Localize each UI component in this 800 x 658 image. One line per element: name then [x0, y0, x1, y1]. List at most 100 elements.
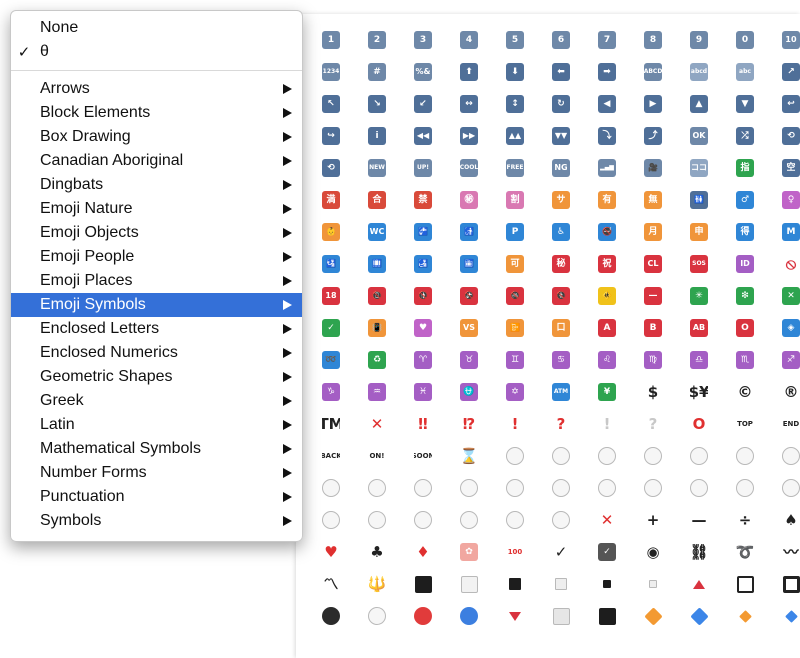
emoji-cell[interactable]: O [676, 408, 722, 440]
emoji-cell[interactable]: 7 [584, 24, 630, 56]
emoji-cell[interactable]: ON! [354, 440, 400, 472]
emoji-cell[interactable]: ↕ [492, 88, 538, 120]
emoji-cell[interactable]: FREE [492, 152, 538, 184]
emoji-cell[interactable]: 🚸 [584, 280, 630, 312]
emoji-cell[interactable] [676, 472, 722, 504]
emoji-cell[interactable] [400, 568, 446, 600]
emoji-cell[interactable]: ♿ [538, 216, 584, 248]
emoji-cell[interactable]: ! [584, 408, 630, 440]
emoji-cell[interactable]: 無 [630, 184, 676, 216]
emoji-cell[interactable] [722, 568, 768, 600]
emoji-cell[interactable]: 🛄 [354, 248, 400, 280]
emoji-cell[interactable]: ? [630, 408, 676, 440]
emoji-cell[interactable] [768, 600, 800, 632]
emoji-cell[interactable] [768, 472, 800, 504]
emoji-cell[interactable]: ➰ [722, 536, 768, 568]
emoji-cell[interactable]: ▂▄▆ [584, 152, 630, 184]
emoji-cell[interactable]: 割 [492, 184, 538, 216]
emoji-cell[interactable]: ↙ [400, 88, 446, 120]
menu-item-theta[interactable]: ✓ θ [11, 40, 302, 64]
emoji-cell[interactable]: ? [538, 408, 584, 440]
emoji-cell[interactable]: ® [768, 376, 800, 408]
emoji-cell[interactable] [492, 504, 538, 536]
emoji-cell[interactable]: 満 [308, 184, 354, 216]
emoji-cell[interactable]: 禁 [400, 184, 446, 216]
emoji-cell[interactable] [722, 440, 768, 472]
emoji-cell[interactable]: ♑ [308, 376, 354, 408]
emoji-cell[interactable]: ♒ [354, 376, 400, 408]
emoji-cell[interactable]: ◈ [768, 312, 800, 344]
emoji-cell[interactable]: 🚮 [446, 216, 492, 248]
menu-item-geometric-shapes[interactable]: Geometric Shapes [11, 365, 302, 389]
emoji-cell[interactable]: 口 [538, 312, 584, 344]
emoji-cell[interactable] [676, 600, 722, 632]
emoji-cell[interactable]: ♂ [722, 184, 768, 216]
emoji-cell[interactable]: ¥ [584, 376, 630, 408]
menu-item-enclosed-numerics[interactable]: Enclosed Numerics [11, 341, 302, 365]
menu-item-greek[interactable]: Greek [11, 389, 302, 413]
emoji-cell[interactable]: COOL [446, 152, 492, 184]
emoji-cell[interactable]: A [584, 312, 630, 344]
menu-item-latin[interactable]: Latin [11, 413, 302, 437]
emoji-cell[interactable]: $ [630, 376, 676, 408]
emoji-cell[interactable] [400, 600, 446, 632]
emoji-cell[interactable]: ✕ [584, 504, 630, 536]
emoji-cell[interactable] [630, 472, 676, 504]
emoji-cell[interactable]: 🚭 [584, 216, 630, 248]
menu-item-number-forms[interactable]: Number Forms [11, 461, 302, 485]
emoji-cell[interactable]: 🚳 [492, 280, 538, 312]
emoji-cell[interactable]: 合 [354, 184, 400, 216]
menu-item-emoji-nature[interactable]: Emoji Nature [11, 197, 302, 221]
emoji-cell[interactable] [446, 504, 492, 536]
menu-item-none[interactable]: None [11, 16, 302, 40]
emoji-cell[interactable]: ▲▲ [492, 120, 538, 152]
emoji-cell[interactable]: ⦸ [768, 248, 800, 280]
emoji-cell[interactable] [492, 568, 538, 600]
emoji-cell[interactable]: ✳ [676, 280, 722, 312]
menu-item-emoji-objects[interactable]: Emoji Objects [11, 221, 302, 245]
emoji-cell[interactable]: 10 [768, 24, 800, 56]
emoji-cell[interactable]: ➡ [584, 56, 630, 88]
emoji-cell[interactable]: 🚯 [400, 280, 446, 312]
emoji-cell[interactable] [584, 600, 630, 632]
emoji-cell[interactable]: ⟲ [768, 120, 800, 152]
emoji-cell[interactable]: 🚱 [446, 280, 492, 312]
emoji-cell[interactable]: 📴 [492, 312, 538, 344]
emoji-cell[interactable]: VS [446, 312, 492, 344]
emoji-cell[interactable]: ⤴ [630, 120, 676, 152]
emoji-cell[interactable]: 🚰 [400, 216, 446, 248]
emoji-cell[interactable]: ▲ [676, 88, 722, 120]
emoji-cell[interactable] [538, 472, 584, 504]
emoji-cell[interactable]: ♦ [400, 536, 446, 568]
emoji-cell[interactable]: ♣ [354, 536, 400, 568]
emoji-cell[interactable]: 3 [400, 24, 446, 56]
menu-item-symbols[interactable]: Symbols [11, 509, 302, 533]
emoji-cell[interactable]: 🛃 [400, 248, 446, 280]
emoji-cell[interactable] [676, 568, 722, 600]
emoji-cell[interactable]: 18 [308, 280, 354, 312]
emoji-cell[interactable]: サ [538, 184, 584, 216]
emoji-cell[interactable]: TOP [722, 408, 768, 440]
emoji-cell[interactable]: ♀ [768, 184, 800, 216]
emoji-cell[interactable] [308, 472, 354, 504]
emoji-cell[interactable]: # [354, 56, 400, 88]
emoji-cell[interactable]: abcd [676, 56, 722, 88]
emoji-cell[interactable]: ♓ [400, 376, 446, 408]
emoji-cell[interactable]: ↻ [538, 88, 584, 120]
emoji-cell[interactable]: 9 [676, 24, 722, 56]
emoji-cell[interactable]: © [722, 376, 768, 408]
menu-item-arrows[interactable]: Arrows [11, 77, 302, 101]
emoji-cell[interactable] [768, 440, 800, 472]
emoji-cell[interactable]: ◀◀ [400, 120, 446, 152]
menu-item-enclosed-letters[interactable]: Enclosed Letters [11, 317, 302, 341]
emoji-cell[interactable]: ID [722, 248, 768, 280]
emoji-cell[interactable]: ⬅ [538, 56, 584, 88]
emoji-cell[interactable] [354, 472, 400, 504]
emoji-cell[interactable] [630, 440, 676, 472]
emoji-cell[interactable] [492, 600, 538, 632]
emoji-cell[interactable]: ▶ [630, 88, 676, 120]
emoji-cell[interactable]: 可 [492, 248, 538, 280]
emoji-cell[interactable]: ♐ [768, 344, 800, 376]
emoji-cell[interactable]: SOON [400, 440, 446, 472]
emoji-cell[interactable]: OK [676, 120, 722, 152]
